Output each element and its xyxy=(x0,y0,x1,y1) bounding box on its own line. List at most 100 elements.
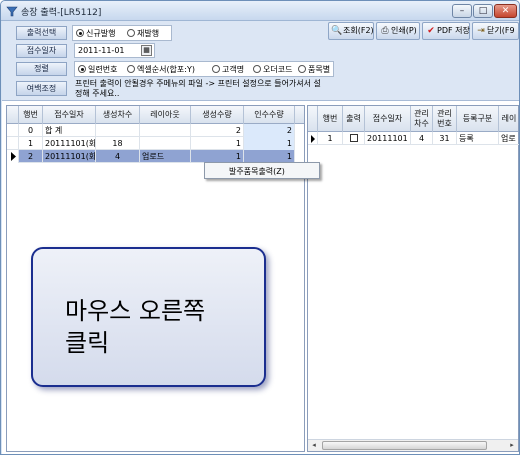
control-panel: 출력선택 신규발행 재발행 접수일자 2011-11-01 ▦ 정렬 일련번호 … xyxy=(2,21,519,101)
annotation-line-1: 마우스 오른쪽 xyxy=(65,297,206,325)
cell-reg-type: 등록 xyxy=(457,132,499,145)
col-header-gen-qty[interactable]: 생성수량 xyxy=(191,106,244,124)
radio-dot-icon xyxy=(253,65,261,73)
cell-layout: 업로 xyxy=(501,134,516,143)
cell-gen-qty: 2 xyxy=(191,124,244,137)
radio-dot-icon xyxy=(76,29,84,37)
radio-dot-icon xyxy=(127,29,135,37)
checkmark-icon: ✔ xyxy=(427,26,435,36)
sort-radio-customer-label: 고객명 xyxy=(222,65,245,74)
cell-layout xyxy=(140,124,191,137)
cell-mgmt-count: 4 xyxy=(411,132,433,145)
radio-reissue-label: 재발행 xyxy=(137,29,160,38)
cell-row-no: 2 xyxy=(19,150,43,163)
scroll-thumb[interactable] xyxy=(322,441,487,450)
radio-new-issue[interactable]: 신규발행 xyxy=(76,28,115,39)
app-window: 송장 출력-[LR5112] – □ ✕ 출력선택 신규발행 재발행 접수일자 … xyxy=(0,0,520,455)
receipt-date-label: 접수일자 xyxy=(16,44,67,58)
receipt-date-value: 2011-11-01 xyxy=(78,46,125,55)
col-header-receipt-date[interactable]: 접수일자 xyxy=(365,106,411,132)
col-header-layout[interactable]: 레이아웃 xyxy=(140,106,191,124)
row-indicator xyxy=(7,137,19,150)
scroll-left-icon[interactable]: ◂ xyxy=(308,440,320,451)
title-bar[interactable]: 송장 출력-[LR5112] – □ ✕ xyxy=(1,1,519,21)
pdf-save-button-label: PDF 저장 xyxy=(437,26,470,35)
checkbox-icon xyxy=(349,134,358,142)
row-pointer-icon xyxy=(7,150,19,163)
table-row[interactable]: 1 20111101(화) 18 1 1 xyxy=(7,137,295,150)
col-header-output[interactable]: 출력 xyxy=(343,106,365,132)
row-indicator xyxy=(7,124,19,137)
radio-new-issue-label: 신규발행 xyxy=(86,29,116,38)
context-menu-item-order-print[interactable]: 발주품목출력(Z) xyxy=(229,166,285,177)
sort-radio-group: 일련번호 엑셀순서(합포:Y) 고객명 오더코드 품목별 xyxy=(74,61,334,77)
radio-dot-icon xyxy=(212,65,220,73)
cell-take-qty[interactable]: 1 xyxy=(244,137,295,150)
cell-gen-count: 4 xyxy=(96,150,140,163)
col-header-gen-count[interactable]: 생성차수 xyxy=(96,106,140,124)
app-icon xyxy=(6,6,18,17)
cell-gen-count xyxy=(96,124,140,137)
search-button[interactable]: 🔍조회(F2) xyxy=(328,22,374,40)
calendar-icon[interactable]: ▦ xyxy=(141,45,152,56)
annotation-text: 마우스 오른쪽 클릭 xyxy=(65,295,255,359)
col-header-receipt-date[interactable]: 접수일자 xyxy=(43,106,96,124)
close-window-button[interactable]: ✕ xyxy=(494,4,517,18)
cell-take-qty[interactable]: 2 xyxy=(244,124,295,137)
pdf-save-button[interactable]: ✔ PDF 저장 xyxy=(422,22,470,40)
sort-radio-excel-label: 엑셀순서(합포:Y) xyxy=(137,65,195,74)
cell-gen-qty: 1 xyxy=(191,137,244,150)
radio-reissue[interactable]: 재발행 xyxy=(127,28,159,39)
sort-radio-customer[interactable]: 고객명 xyxy=(212,64,244,75)
sort-radio-serial[interactable]: 일련번호 xyxy=(78,64,117,75)
cell-mgmt-no: 31 xyxy=(433,132,457,145)
printer-icon: ⎙ xyxy=(381,26,389,36)
col-header-mgmt-no[interactable]: 관리 번호 xyxy=(433,106,457,132)
sort-radio-serial-label: 일련번호 xyxy=(88,65,118,74)
sort-radio-item-label: 품목별 xyxy=(308,65,331,74)
close-button[interactable]: ⇥ 닫기(F9 xyxy=(472,22,519,40)
cell-layout: 업로드 xyxy=(140,150,191,163)
row-pointer-icon xyxy=(308,132,318,145)
col-header-layout[interactable]: 레이 xyxy=(499,106,519,132)
sort-radio-item[interactable]: 품목별 xyxy=(298,64,330,75)
window-title: 송장 출력-[LR5112] xyxy=(21,8,102,18)
exit-door-icon: ⇥ xyxy=(477,26,485,36)
radio-dot-icon xyxy=(78,65,86,73)
col-header-row-no[interactable]: 행번 xyxy=(19,106,43,124)
sort-radio-excel[interactable]: 엑셀순서(합포:Y) xyxy=(127,64,195,75)
sort-radio-order-code[interactable]: 오더코드 xyxy=(253,64,292,75)
table-row[interactable]: 0 합 계 2 2 xyxy=(7,124,295,137)
window-body: 출력선택 신규발행 재발행 접수일자 2011-11-01 ▦ 정렬 일련번호 … xyxy=(2,21,519,454)
cell-gen-count: 18 xyxy=(96,137,140,150)
margin-adjust-button[interactable]: 여백조정 xyxy=(16,81,67,96)
col-header-mgmt-count[interactable]: 관리 차수 xyxy=(411,106,433,132)
cell-row-no: 1 xyxy=(19,137,43,150)
row-indicator-header xyxy=(7,106,19,124)
col-header-take-qty[interactable]: 인수수량 xyxy=(244,106,295,124)
print-button-label: 인쇄(P) xyxy=(391,26,417,35)
output-select-label: 출력선택 xyxy=(16,26,67,40)
receipt-date-field[interactable]: 2011-11-01 ▦ xyxy=(74,43,155,58)
sort-label: 정렬 xyxy=(16,62,67,76)
row-indicator-header xyxy=(308,106,318,132)
radio-dot-icon xyxy=(298,65,306,73)
cell-receipt-date: 합 계 xyxy=(43,124,96,137)
output-checkbox[interactable] xyxy=(343,132,365,145)
close-button-label: 닫기(F9 xyxy=(487,26,515,35)
scroll-right-icon[interactable]: ▸ xyxy=(506,440,518,451)
context-menu: 발주품목출력(Z) xyxy=(204,162,320,179)
output-radio-group: 신규발행 재발행 xyxy=(72,25,172,41)
right-grid-header: 행번 출력 접수일자 관리 차수 관리 번호 등록구분 레이 xyxy=(308,106,518,132)
print-button[interactable]: ⎙ 인쇄(P) xyxy=(376,22,420,40)
minimize-button[interactable]: – xyxy=(452,4,472,18)
col-header-row-no[interactable]: 행번 xyxy=(318,106,343,132)
cell-receipt-date: 20111101 xyxy=(365,132,411,145)
search-icon: 🔍 xyxy=(331,26,343,36)
maximize-button[interactable]: □ xyxy=(473,4,493,18)
horizontal-scrollbar[interactable]: ◂ ▸ xyxy=(308,439,518,451)
col-header-reg-type[interactable]: 등록구분 xyxy=(457,106,499,132)
cell-row-no: 0 xyxy=(19,124,43,137)
right-grid: 행번 출력 접수일자 관리 차수 관리 번호 등록구분 레이 1 2011110… xyxy=(307,105,519,452)
table-row[interactable]: 1 20111101 4 31 등록 업로 xyxy=(308,132,519,145)
